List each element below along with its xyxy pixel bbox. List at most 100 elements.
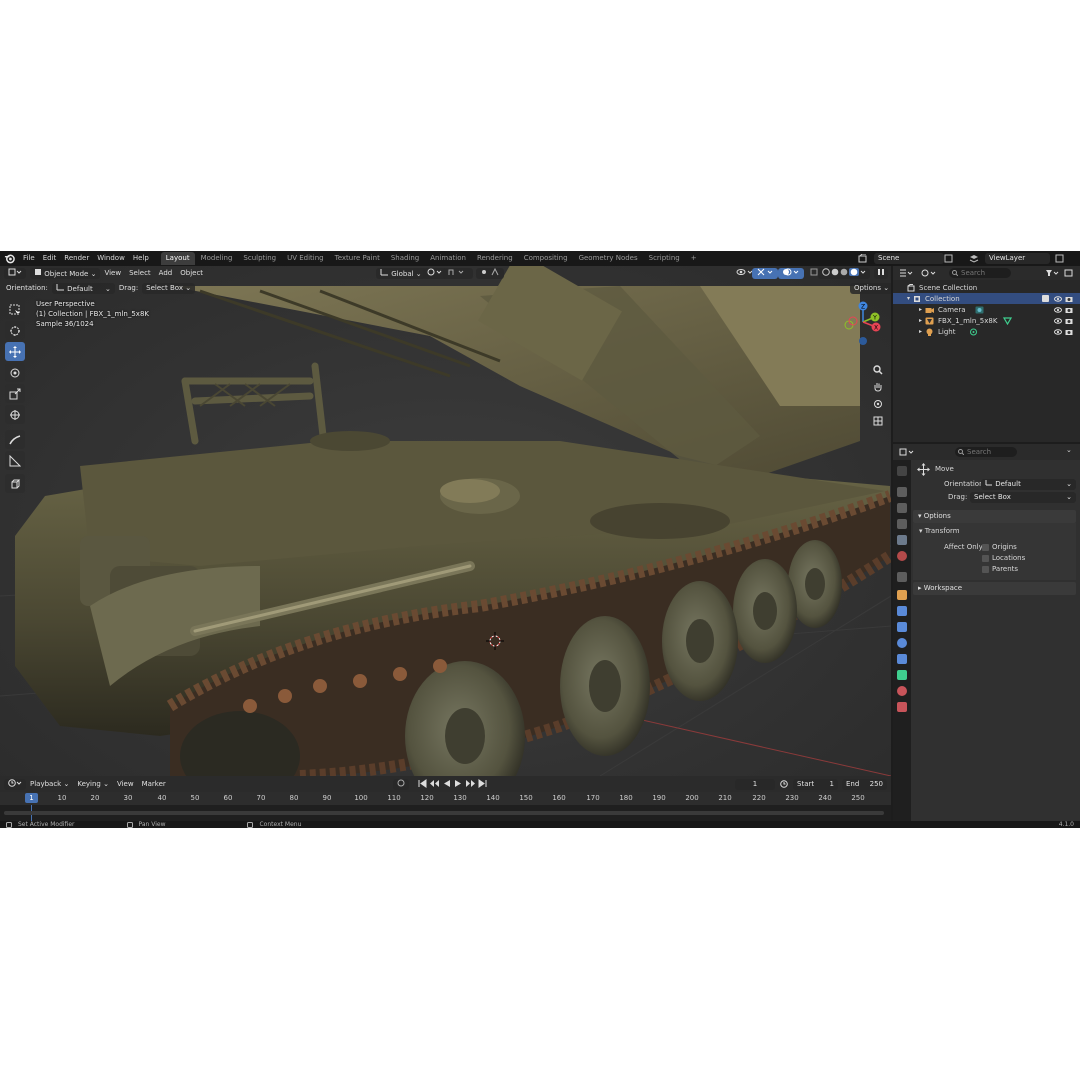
keyframe-area[interactable] <box>0 805 891 821</box>
gizmo-toggle[interactable] <box>752 268 778 279</box>
options-dropdown[interactable]: Options ⌄ <box>850 283 891 294</box>
frame-ruler[interactable]: 1 10 20 30 40 50 60 70 80 90 100 110 120… <box>0 792 891 805</box>
play-icon[interactable] <box>454 779 463 788</box>
editor-type-button[interactable] <box>4 268 26 279</box>
tab-compositing[interactable]: Compositing <box>519 252 573 265</box>
move-tool[interactable] <box>5 342 25 361</box>
outliner-search-input[interactable]: Search <box>949 268 1011 278</box>
cursor-tool[interactable] <box>5 321 25 340</box>
prev-keyframe-icon[interactable] <box>430 779 439 788</box>
render-tab-icon[interactable] <box>897 487 907 497</box>
render-camera-icon[interactable] <box>1065 306 1073 314</box>
filter-icon[interactable] <box>1045 269 1059 277</box>
annotate-tool[interactable] <box>5 430 25 449</box>
play-reverse-icon[interactable] <box>442 779 451 788</box>
tab-sculpting[interactable]: Sculpting <box>238 252 281 265</box>
parents-checkbox[interactable] <box>982 565 989 573</box>
scene-selector[interactable]: Scene <box>874 253 944 264</box>
menu-object[interactable]: Object <box>176 268 207 279</box>
properties-search-input[interactable]: Search <box>955 447 1017 457</box>
menu-playback[interactable]: Playback ⌄ <box>26 779 73 790</box>
world-tab-icon[interactable] <box>897 551 907 561</box>
modifier-tab-icon[interactable] <box>897 606 907 616</box>
menu-select[interactable]: Select <box>125 268 155 279</box>
menu-marker[interactable]: Marker <box>138 779 170 790</box>
new-scene-icon[interactable] <box>944 254 953 263</box>
physics-tab-icon[interactable] <box>897 638 907 648</box>
texture-tab-icon[interactable] <box>897 702 907 712</box>
zoom-view-button[interactable] <box>870 362 886 378</box>
pause-render-button[interactable] <box>874 268 888 279</box>
snap-toggle[interactable] <box>443 268 473 279</box>
drag-dropdown[interactable]: Select Box ⌄ <box>142 283 196 294</box>
add-cube-tool[interactable] <box>5 474 25 493</box>
next-keyframe-icon[interactable] <box>466 779 475 788</box>
menu-render[interactable]: Render <box>60 251 93 266</box>
prop-drag-dropdown[interactable]: Select Box ⌄ <box>970 492 1076 503</box>
tab-animation[interactable]: Animation <box>425 252 471 265</box>
orientation-dropdown[interactable]: Default ⌄ <box>51 283 115 294</box>
menu-edit[interactable]: Edit <box>39 251 61 266</box>
expand-arrow-icon[interactable]: ▸ <box>919 306 922 313</box>
material-tab-icon[interactable] <box>897 686 907 696</box>
render-camera-icon[interactable] <box>1065 328 1073 336</box>
output-tab-icon[interactable] <box>897 503 907 513</box>
origins-checkbox[interactable] <box>982 543 989 551</box>
tool-tab-icon[interactable] <box>897 466 907 476</box>
transform-orientation-dropdown[interactable]: Global ⌄ <box>376 268 426 279</box>
3d-viewport[interactable]: Object Mode ⌄ View Select Add Object Glo… <box>0 266 891 776</box>
outliner-row-scene-collection[interactable]: Scene Collection <box>893 282 1080 293</box>
origins-checkbox-row[interactable]: Origins <box>982 542 1017 553</box>
pan-view-button[interactable] <box>870 379 886 395</box>
object-tab-icon[interactable] <box>897 590 907 600</box>
perspective-toggle-button[interactable] <box>870 413 886 429</box>
view-layer-selector[interactable]: ViewLayer <box>985 253 1050 264</box>
add-workspace-button[interactable]: + <box>686 252 702 265</box>
camera-view-button[interactable] <box>870 396 886 412</box>
overlays-toggle[interactable] <box>778 268 804 279</box>
prop-orientation-dropdown[interactable]: Default ⌄ <box>981 479 1076 490</box>
measure-tool[interactable] <box>5 451 25 470</box>
outliner-row-collection[interactable]: ▾ Collection <box>893 293 1080 304</box>
menu-file[interactable]: File <box>19 251 39 266</box>
menu-add[interactable]: Add <box>155 268 177 279</box>
tab-shading[interactable]: Shading <box>386 252 424 265</box>
eye-icon[interactable] <box>1054 295 1062 303</box>
eye-icon[interactable] <box>1054 328 1062 336</box>
view-layer-tab-icon[interactable] <box>897 519 907 529</box>
parents-checkbox-row[interactable]: Parents <box>982 564 1018 575</box>
jump-start-icon[interactable] <box>418 779 427 788</box>
mode-dropdown[interactable]: Object Mode ⌄ <box>30 268 101 279</box>
rotate-tool[interactable] <box>5 363 25 382</box>
collection-tab-icon[interactable] <box>897 572 907 582</box>
outliner-editor-type-icon[interactable] <box>899 269 913 277</box>
scene-tab-icon[interactable] <box>897 535 907 545</box>
timeline-scrollbar[interactable] <box>4 811 884 815</box>
locations-checkbox[interactable] <box>982 554 989 562</box>
workspace-panel-header[interactable]: ▸ Workspace <box>913 582 1076 595</box>
tab-layout[interactable]: Layout <box>160 252 195 265</box>
display-mode-icon[interactable] <box>921 269 937 277</box>
blender-logo-icon[interactable] <box>4 253 15 264</box>
shading-modes[interactable] <box>818 268 870 279</box>
locations-checkbox-row[interactable]: Locations <box>982 553 1025 564</box>
new-collection-icon[interactable] <box>1064 269 1074 277</box>
select-box-tool[interactable] <box>5 300 25 319</box>
render-camera-icon[interactable] <box>1065 295 1073 303</box>
new-view-layer-icon[interactable] <box>1055 254 1064 263</box>
properties-editor-type-icon[interactable] <box>899 448 915 456</box>
data-tab-icon[interactable] <box>897 670 907 680</box>
autokey-toggle[interactable] <box>393 778 409 790</box>
properties-options-chevron-icon[interactable]: ⌄ <box>1066 446 1072 454</box>
render-camera-icon[interactable] <box>1065 317 1073 325</box>
constraints-tab-icon[interactable] <box>897 654 907 664</box>
tab-rendering[interactable]: Rendering <box>472 252 518 265</box>
timeline-editor-type-button[interactable] <box>4 778 26 790</box>
preview-range-icon[interactable] <box>780 780 788 788</box>
tab-modeling[interactable]: Modeling <box>196 252 238 265</box>
timeline-menu-view[interactable]: View <box>113 779 138 790</box>
outliner-row-mesh[interactable]: ▸ FBX_1_mln_5x8K <box>893 315 1080 326</box>
exclude-checkbox[interactable] <box>1042 295 1049 302</box>
eye-icon[interactable] <box>1054 306 1062 314</box>
expand-arrow-icon[interactable]: ▸ <box>919 317 922 324</box>
